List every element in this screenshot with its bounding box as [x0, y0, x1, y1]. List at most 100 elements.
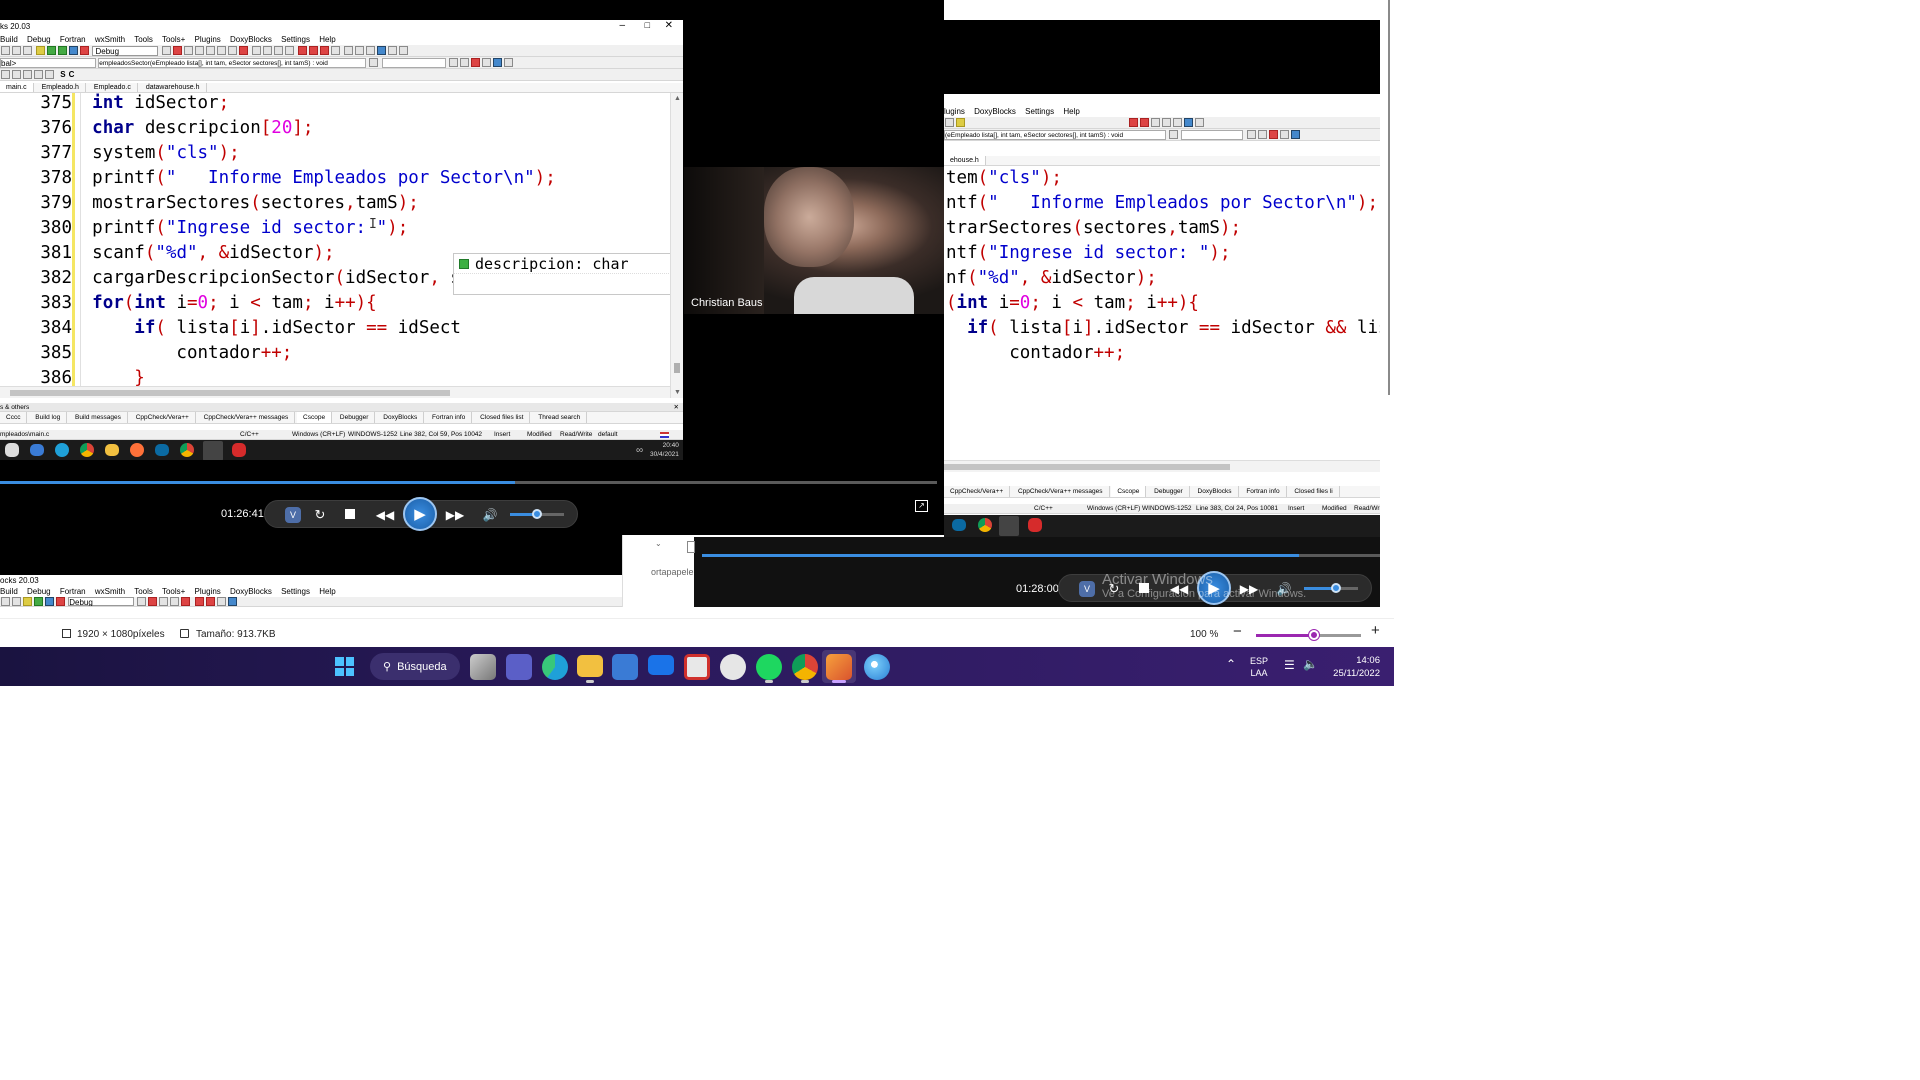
right-log-tab-cppcheck[interactable]: CppCheck/Vera++ — [944, 486, 1011, 497]
r-chrome-icon[interactable] — [978, 518, 992, 532]
editor-vscroll[interactable]: ▲ ▼ — [670, 93, 683, 398]
file-explorer-icon[interactable] — [577, 655, 603, 677]
prev-icon[interactable] — [448, 58, 458, 68]
b-menu-debug[interactable]: Debug — [27, 587, 51, 596]
left-player-progress[interactable] — [0, 481, 937, 484]
wifi-icon[interactable]: ☰ — [1284, 658, 1295, 672]
play-button[interactable]: ▶ — [403, 497, 437, 531]
r-icon-5[interactable] — [1173, 118, 1183, 128]
task-view-icon[interactable] — [470, 654, 496, 680]
logs-close-icon[interactable]: ✕ — [674, 403, 679, 411]
b-build-icon[interactable] — [23, 597, 32, 606]
search-button[interactable]: ⚲ Búsqueda — [370, 653, 460, 680]
debug-icon[interactable] — [161, 46, 171, 56]
right-code-line[interactable]: contador++; — [944, 341, 1380, 366]
log-tab-thread-search[interactable]: Thread search — [532, 412, 588, 423]
menu-tools[interactable]: Tools — [134, 35, 153, 44]
b-new-icon[interactable] — [1, 597, 10, 606]
right-menu-settings[interactable]: Settings — [1025, 107, 1054, 116]
taskbar-chrome-icon[interactable] — [792, 654, 818, 680]
doxy-icon[interactable] — [377, 46, 387, 56]
app-icon[interactable] — [155, 444, 169, 456]
run-to-cursor-icon[interactable] — [172, 46, 182, 56]
code-line[interactable]: 378 printf(" Informe Empleados por Secto… — [0, 166, 670, 191]
r-hl-icon[interactable] — [1268, 130, 1278, 140]
match-brace-icon[interactable] — [344, 46, 354, 56]
back-icon[interactable] — [273, 46, 283, 56]
right-log-tab-cscope[interactable]: Cscope — [1111, 486, 1147, 497]
snipping-icon[interactable] — [684, 654, 710, 680]
paint-icon[interactable] — [864, 654, 890, 680]
clipboard-box-icon[interactable] — [687, 541, 695, 553]
b-menu-plugins[interactable]: Plugins — [195, 587, 221, 596]
b-menu-fortran[interactable]: Fortran — [60, 587, 86, 596]
tab-main-c[interactable]: main.c — [0, 83, 34, 92]
autocomplete-item[interactable]: descripcion: char — [454, 254, 670, 274]
log-tab-debugger[interactable]: Debugger — [334, 412, 376, 423]
b-menu-help[interactable]: Help — [319, 587, 335, 596]
b-menu-wxsmith[interactable]: wxSmith — [95, 587, 125, 596]
scope-select[interactable]: bal> — [0, 57, 96, 68]
build-target-select[interactable]: Debug — [92, 45, 159, 56]
next-line-icon[interactable] — [183, 46, 193, 56]
right-code-line[interactable]: trarSectores(sectores,tamS); — [944, 216, 1380, 241]
right-player-progress[interactable] — [702, 554, 1380, 557]
menu-help[interactable]: Help — [319, 35, 335, 44]
right-code-line[interactable]: (int i=0; i < tam; i++){ — [944, 291, 1380, 316]
b-menu-doxyblocks[interactable]: DoxyBlocks — [230, 587, 272, 596]
b-cursor-icon[interactable] — [148, 597, 158, 606]
b-menu-settings[interactable]: Settings — [281, 587, 310, 596]
b-debug-icon[interactable] — [137, 597, 147, 606]
chrome-icon[interactable] — [80, 443, 94, 457]
right-search-box[interactable] — [1181, 129, 1244, 140]
b-bm-icon[interactable] — [194, 597, 204, 606]
log-tab-build-messages[interactable]: Build messages — [69, 412, 128, 423]
bookmark-prev-icon[interactable] — [309, 46, 319, 56]
network-icon[interactable]: ∞ — [636, 445, 643, 456]
zoom-in-icon[interactable] — [34, 70, 43, 80]
code-line[interactable]: 376 char descripcion[20]; — [0, 116, 670, 141]
highlight-icon[interactable] — [470, 58, 480, 68]
right-menu-doxyblocks[interactable]: DoxyBlocks — [974, 107, 1016, 116]
comment-icon[interactable] — [355, 46, 365, 56]
menu-settings[interactable]: Settings — [281, 35, 310, 44]
b-next-icon[interactable] — [159, 597, 169, 606]
right-search-icon[interactable] — [1169, 130, 1179, 140]
log-tab-closed-files[interactable]: Closed files list — [474, 412, 531, 423]
right-hscroll[interactable] — [944, 460, 1380, 472]
next-icon[interactable] — [459, 58, 469, 68]
r-icon-7[interactable] — [1195, 118, 1205, 128]
menu-tools-plus[interactable]: Tools+ — [162, 35, 185, 44]
toggle-icon-2[interactable] — [12, 70, 21, 80]
code-line[interactable]: 379 mostrarSectores(sectores,tamS); — [0, 191, 670, 216]
edge-icon[interactable] — [55, 443, 69, 457]
toggle-icon-3[interactable] — [23, 70, 32, 80]
speaker-icon[interactable]: 🔈 — [1303, 657, 1318, 671]
menu-fortran[interactable]: Fortran — [60, 35, 86, 44]
menu-build[interactable]: Build — [0, 35, 18, 44]
forward-icon[interactable] — [284, 46, 294, 56]
function-select[interactable]: empleadosSector(eEmpleado lista[], int t… — [98, 57, 367, 68]
right-tab-datawarehouse[interactable]: ehouse.h — [944, 156, 986, 165]
b-open-icon[interactable] — [12, 597, 21, 606]
b-doxy-icon[interactable] — [227, 597, 237, 606]
right-code-line[interactable]: if( lista[i].idSector == idSector && lis… — [944, 316, 1380, 341]
codeblocks-icon[interactable] — [203, 441, 223, 460]
explorer-icon[interactable] — [105, 444, 119, 456]
r-icon-2[interactable] — [956, 118, 965, 128]
c-icon[interactable]: C — [69, 70, 75, 79]
r-prev-icon[interactable] — [1246, 130, 1256, 140]
volume-icon[interactable]: 🔊 — [481, 506, 499, 524]
info-icon[interactable] — [262, 46, 272, 56]
r-app-icon[interactable] — [952, 519, 966, 531]
fast-forward-icon[interactable]: ▶▶ — [443, 506, 467, 524]
rewind-icon[interactable]: ◀◀ — [373, 506, 397, 524]
minimize-button[interactable]: – — [619, 20, 625, 31]
doxy-run-icon[interactable] — [388, 46, 398, 56]
clipboard-chevron-icon[interactable]: ⌄ — [655, 539, 662, 548]
fullscreen-icon[interactable]: ↗ — [915, 500, 928, 512]
page-vscroll[interactable] — [1384, 0, 1394, 400]
right-code-line[interactable]: nf("%d", &idSector); — [944, 266, 1380, 291]
close-button[interactable]: ✕ — [665, 20, 673, 31]
tab-empleado-c[interactable]: Empleado.c — [88, 83, 138, 92]
